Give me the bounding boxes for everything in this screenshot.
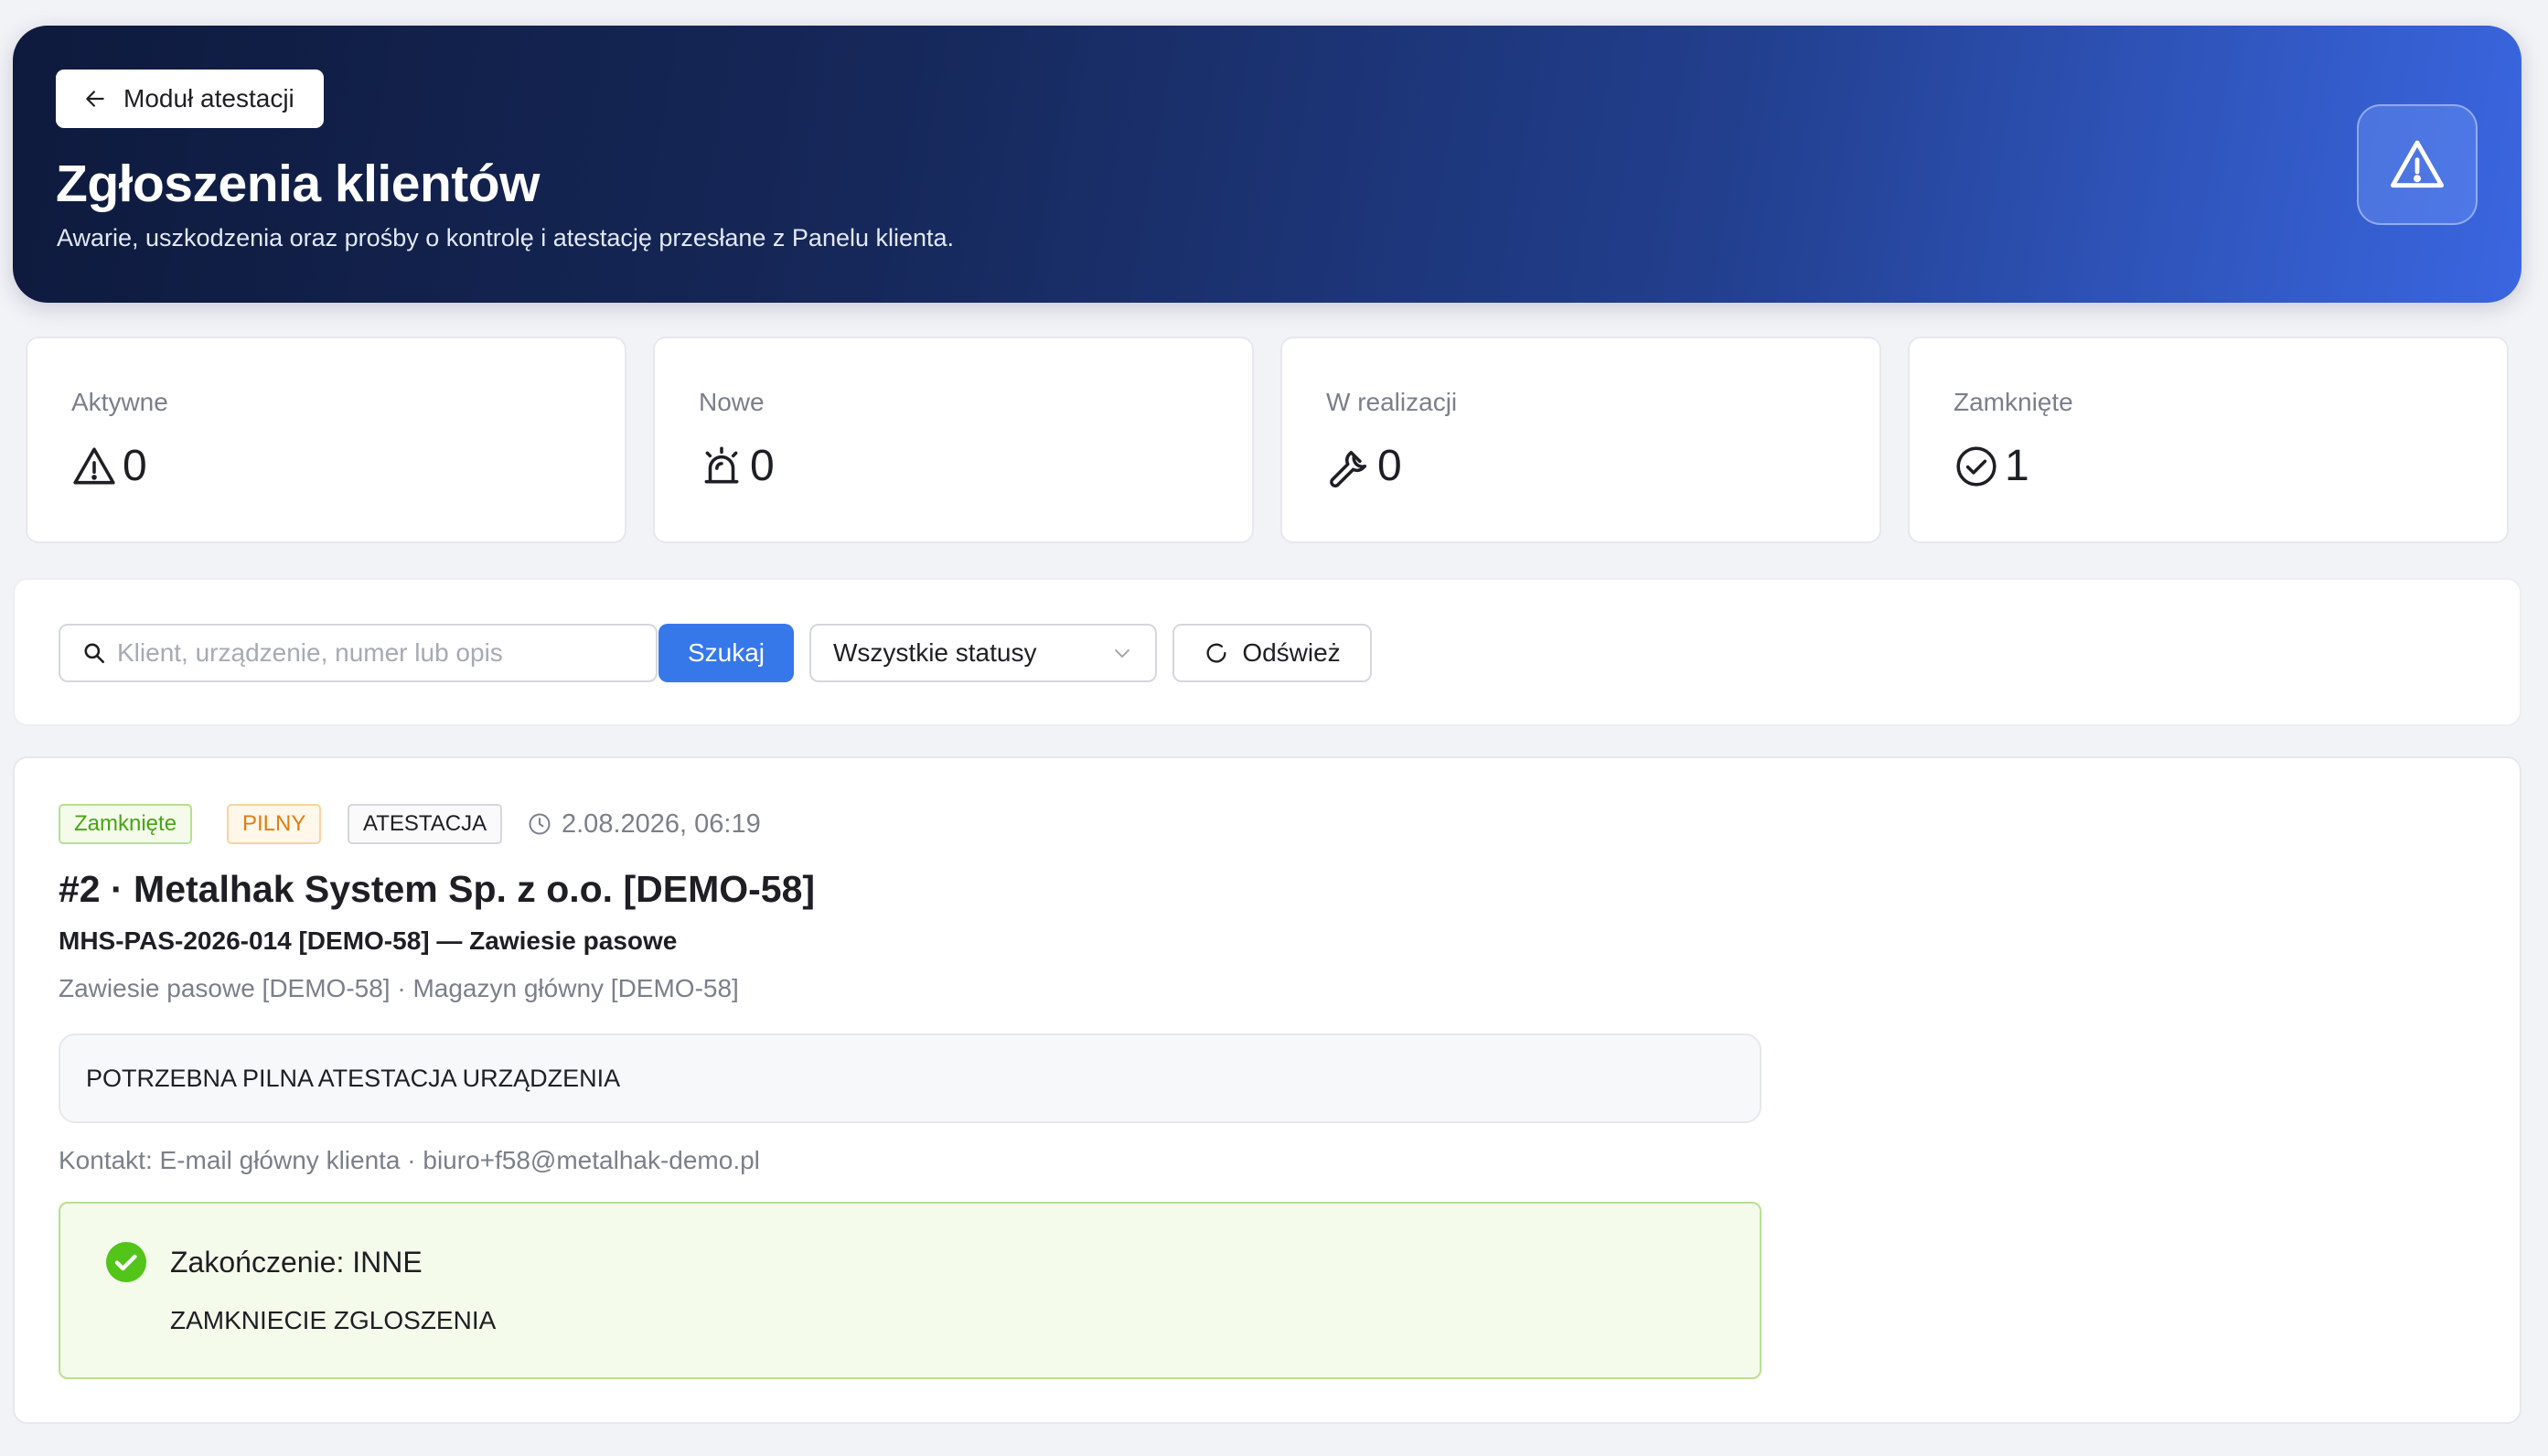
page-title: Zgłoszenia klientów [56,155,540,213]
stat-label: Nowe [699,388,765,416]
filter-bar: Szukaj Wszystkie statusy Odśwież [13,578,2521,726]
ticket-date: 2.08.2026, 06:19 [527,804,761,844]
refresh-icon [1204,640,1229,666]
back-button[interactable]: Moduł atestacji [56,70,324,128]
stat-card-closed: Zamknięte 1 [1908,337,2509,543]
chevron-down-icon [1111,642,1133,664]
warning-triangle-icon [71,444,117,489]
stat-value: 1 [2005,442,2029,490]
ticket-description: POTRZEBNA PILNA ATESTACJA URZĄDZENIA [59,1033,1761,1123]
search-button[interactable]: Szukaj [658,624,794,682]
clock-icon [527,811,552,837]
arrow-left-icon [83,87,107,111]
ticket-title: #2 · Metalhak System Sp. z o.o. [DEMO-58… [59,868,816,910]
wrench-icon [1326,444,1372,489]
search-input[interactable] [117,638,629,668]
siren-icon [699,444,744,489]
header-badge [2357,104,2478,225]
stat-label: W realizacji [1326,388,1458,416]
status-badge: Zamknięte [59,804,193,844]
ticket-location: Zawiesie pasowe [DEMO-58] · Magazyn głów… [59,974,739,1002]
back-button-label: Moduł atestacji [123,84,294,112]
check-circle-icon [1954,444,1999,489]
resolution-box: Zakończenie: INNE ZAMKNIECIE ZGLOSZENIA [59,1202,1761,1379]
page-subtitle: Awarie, uszkodzenia oraz prośby o kontro… [57,224,955,252]
search-box[interactable] [59,624,658,682]
stat-card-in-progress: W realizacji 0 [1280,337,1881,543]
type-badge: ATESTACJA [348,804,503,844]
stat-label: Aktywne [71,388,168,416]
stat-card-new: Nowe 0 [653,337,1254,543]
stat-value: 0 [123,442,147,490]
stat-label: Zamknięte [1954,388,2073,416]
refresh-button-label: Odśwież [1242,638,1341,667]
priority-badge: PILNY [227,804,322,844]
resolution-note: ZAMKNIECIE ZGLOSZENIA [170,1306,497,1334]
search-icon [82,641,106,665]
ticket-card[interactable]: Zamknięte PILNY ATESTACJA 2.08.2026, 06:… [13,756,2521,1424]
resolution-title: Zakończenie: INNE [170,1246,423,1279]
warning-triangle-icon [2388,135,2446,194]
ticket-datetime: 2.08.2026, 06:19 [562,808,761,839]
stat-value: 0 [750,442,775,490]
stat-value: 0 [1377,442,1402,490]
stat-card-active: Aktywne 0 [26,337,626,543]
status-select[interactable]: Wszystkie statusy [809,624,1157,682]
page-header: Moduł atestacji Zgłoszenia klientów Awar… [13,26,2521,303]
refresh-button[interactable]: Odśwież [1172,624,1372,682]
ticket-device: MHS-PAS-2026-014 [DEMO-58] — Zawiesie pa… [59,926,678,955]
status-select-value: Wszystkie statusy [833,638,1037,667]
ticket-contact: Kontakt: E-mail główny klienta · biuro+f… [59,1146,760,1174]
check-circle-filled-icon [104,1240,148,1284]
